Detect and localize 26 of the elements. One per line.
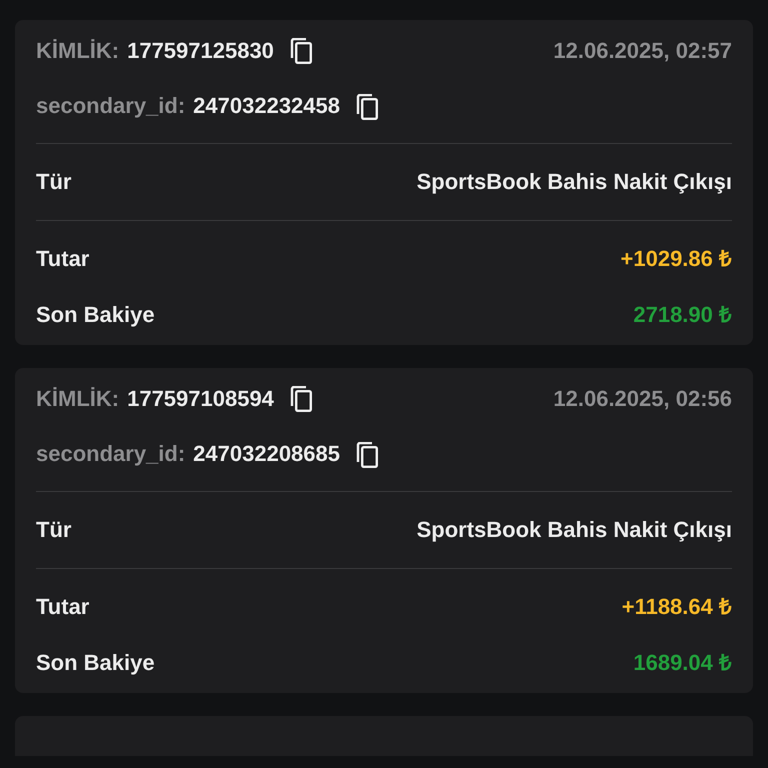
row-value: SportsBook Bahis Nakit Çıkışı xyxy=(416,516,732,544)
row-label: Son Bakiye xyxy=(36,650,155,676)
row-label: Tutar xyxy=(36,246,90,273)
id-value: 177597125830 xyxy=(127,38,274,64)
id-value: 177597108594 xyxy=(127,386,274,412)
secondary-id-label: secondary_id: xyxy=(36,93,186,120)
secondary-id-value: 247032232458 xyxy=(193,93,340,120)
date-time: 12.06.2025, 02:57 xyxy=(553,38,732,64)
copy-icon[interactable] xyxy=(290,38,312,64)
row-value: 1689.04 ₺ xyxy=(633,650,732,676)
row-value: 2718.90 ₺ xyxy=(633,302,732,328)
secondary-id-value: 247032208685 xyxy=(193,441,340,468)
date-time: 12.06.2025, 02:56 xyxy=(553,386,732,412)
row-label: Tür xyxy=(36,168,72,196)
row-value: +1188.64 ₺ xyxy=(622,594,732,621)
copy-icon[interactable] xyxy=(290,386,312,412)
copy-icon[interactable] xyxy=(356,94,378,120)
row-label: Tür xyxy=(36,516,72,544)
copy-icon[interactable] xyxy=(356,442,378,468)
secondary-id-label: secondary_id: xyxy=(36,441,186,468)
row-value: +1029.86 ₺ xyxy=(620,246,732,273)
row-label: Son Bakiye xyxy=(36,302,155,328)
row-label: Tutar xyxy=(36,594,90,621)
id-label: KİMLİK: xyxy=(36,38,120,64)
row-value: SportsBook Bahis Nakit Çıkışı xyxy=(416,168,732,196)
id-label: KİMLİK: xyxy=(36,386,120,412)
